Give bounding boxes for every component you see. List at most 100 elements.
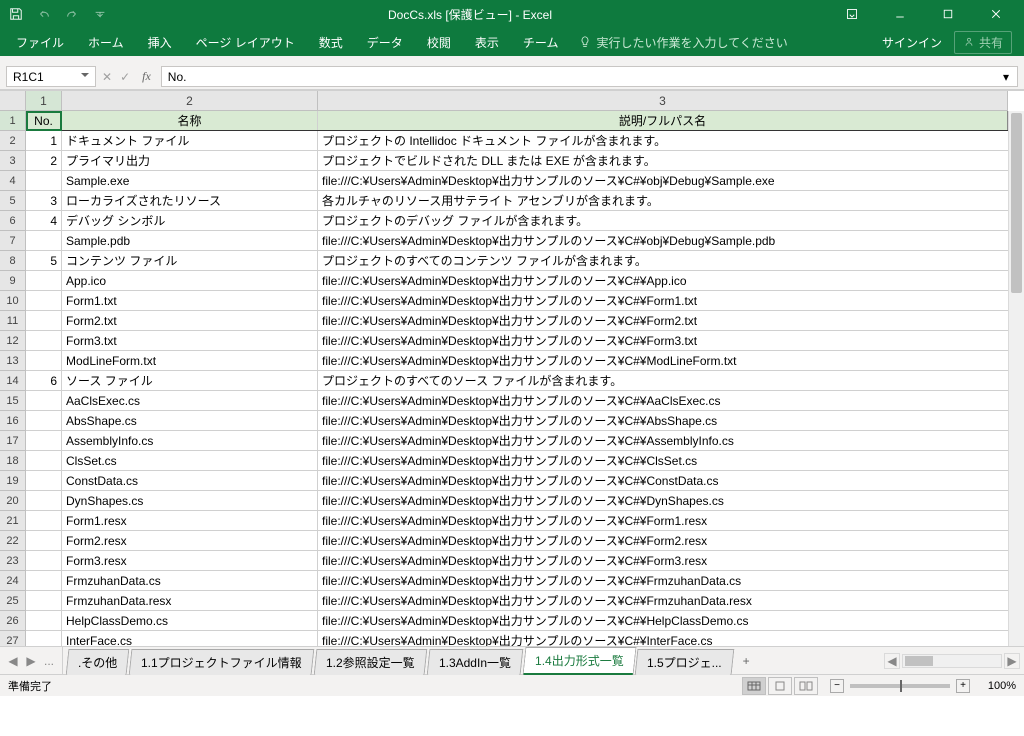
cell[interactable]: プロジェクトのデバッグ ファイルが含まれます。 [318, 211, 1008, 230]
cell[interactable]: ローカライズされたリソース [62, 191, 318, 210]
close-button[interactable] [974, 0, 1018, 28]
expand-formula-icon[interactable]: ▾ [999, 70, 1013, 84]
cell[interactable]: file:///C:¥Users¥Admin¥Desktop¥出力サンプルのソー… [318, 611, 1008, 630]
normal-view-icon[interactable] [742, 677, 766, 695]
cell[interactable] [26, 391, 62, 410]
sheet-tab[interactable]: 1.3AddIn一覧 [426, 649, 523, 675]
cell[interactable]: Form3.txt [62, 331, 318, 350]
cell[interactable]: file:///C:¥Users¥Admin¥Desktop¥出力サンプルのソー… [318, 351, 1008, 370]
cell[interactable]: プロジェクトの Intellidoc ドキュメント ファイルが含まれます。 [318, 131, 1008, 150]
cell[interactable]: InterFace.cs [62, 631, 318, 646]
header-cell-name[interactable]: 名称 [62, 111, 318, 130]
cell[interactable]: file:///C:¥Users¥Admin¥Desktop¥出力サンプルのソー… [318, 551, 1008, 570]
cell[interactable] [26, 431, 62, 450]
cell[interactable]: プライマリ出力 [62, 151, 318, 170]
ribbon-tab[interactable]: ホーム [76, 28, 136, 56]
sheet-tab[interactable]: 1.5プロジェ... [635, 649, 734, 675]
cell[interactable]: file:///C:¥Users¥Admin¥Desktop¥出力サンプルのソー… [318, 291, 1008, 310]
cell[interactable] [26, 611, 62, 630]
select-all-corner[interactable] [0, 91, 26, 111]
cell[interactable] [26, 271, 62, 290]
cell[interactable]: プロジェクトのすべてのコンテンツ ファイルが含まれます。 [318, 251, 1008, 270]
zoom-out-button[interactable]: − [830, 679, 844, 693]
add-sheet-button[interactable]: + [735, 647, 757, 674]
ribbon-tab[interactable]: ファイル [4, 28, 76, 56]
ribbon-options-icon[interactable] [830, 0, 874, 28]
row-header[interactable]: 3 [0, 151, 26, 171]
cell[interactable]: AbsShape.cs [62, 411, 318, 430]
cell[interactable]: FrmzuhanData.cs [62, 571, 318, 590]
ribbon-tab[interactable]: データ [355, 28, 415, 56]
signin-link[interactable]: サインイン [882, 34, 942, 51]
cell[interactable]: AaClsExec.cs [62, 391, 318, 410]
row-header[interactable]: 11 [0, 311, 26, 331]
undo-icon[interactable] [34, 4, 54, 24]
row-header[interactable]: 26 [0, 611, 26, 631]
scrollbar-thumb[interactable] [1011, 113, 1022, 293]
cell[interactable] [26, 331, 62, 350]
row-header[interactable]: 18 [0, 451, 26, 471]
cell[interactable] [26, 291, 62, 310]
cell[interactable] [26, 471, 62, 490]
cell[interactable]: file:///C:¥Users¥Admin¥Desktop¥出力サンプルのソー… [318, 271, 1008, 290]
maximize-button[interactable] [926, 0, 970, 28]
ribbon-tab[interactable]: ページ レイアウト [184, 28, 307, 56]
row-header[interactable]: 24 [0, 571, 26, 591]
column-header[interactable]: 1 [26, 91, 62, 110]
cell[interactable]: ConstData.cs [62, 471, 318, 490]
row-header[interactable]: 9 [0, 271, 26, 291]
row-header[interactable]: 12 [0, 331, 26, 351]
page-layout-view-icon[interactable] [768, 677, 792, 695]
ribbon-tab[interactable]: チーム [511, 28, 571, 56]
cell[interactable]: Form2.resx [62, 531, 318, 550]
scrollbar-thumb[interactable] [905, 656, 933, 666]
sheet-tab[interactable]: 1.2参照設定一覧 [314, 649, 427, 675]
cell[interactable]: file:///C:¥Users¥Admin¥Desktop¥出力サンプルのソー… [318, 391, 1008, 410]
hscroll-right-icon[interactable]: ▶ [1004, 653, 1020, 669]
horizontal-scrollbar[interactable] [902, 654, 1002, 668]
row-header[interactable]: 2 [0, 131, 26, 151]
tell-me-search[interactable]: 実行したい作業を入力してください [570, 34, 795, 51]
cancel-formula-icon[interactable]: ✕ [102, 70, 112, 84]
formula-input[interactable]: No. ▾ [161, 66, 1018, 87]
cell[interactable]: コンテンツ ファイル [62, 251, 318, 270]
cell[interactable]: Sample.pdb [62, 231, 318, 250]
row-header[interactable]: 8 [0, 251, 26, 271]
row-header[interactable]: 21 [0, 511, 26, 531]
ribbon-tab[interactable]: 校閲 [415, 28, 463, 56]
cell[interactable] [26, 231, 62, 250]
cell[interactable]: 3 [26, 191, 62, 210]
row-header[interactable]: 5 [0, 191, 26, 211]
cell[interactable]: file:///C:¥Users¥Admin¥Desktop¥出力サンプルのソー… [318, 531, 1008, 550]
row-header[interactable]: 6 [0, 211, 26, 231]
cell[interactable]: FrmzuhanData.resx [62, 591, 318, 610]
cell[interactable]: Sample.exe [62, 171, 318, 190]
cell[interactable] [26, 491, 62, 510]
row-header[interactable]: 19 [0, 471, 26, 491]
save-icon[interactable] [6, 4, 26, 24]
qat-customize-icon[interactable] [90, 4, 110, 24]
cell[interactable] [26, 411, 62, 430]
ribbon-tab[interactable]: 数式 [307, 28, 355, 56]
cell[interactable]: file:///C:¥Users¥Admin¥Desktop¥出力サンプルのソー… [318, 431, 1008, 450]
row-header[interactable]: 13 [0, 351, 26, 371]
cell[interactable] [26, 591, 62, 610]
redo-icon[interactable] [62, 4, 82, 24]
row-header[interactable]: 10 [0, 291, 26, 311]
cell[interactable]: AssemblyInfo.cs [62, 431, 318, 450]
cell[interactable]: Form1.resx [62, 511, 318, 530]
cell[interactable]: プロジェクトでビルドされた DLL または EXE が含まれます。 [318, 151, 1008, 170]
row-header[interactable]: 7 [0, 231, 26, 251]
hscroll-left-icon[interactable]: ◀ [884, 653, 900, 669]
sheet-tab[interactable]: 1.1プロジェクトファイル情報 [129, 649, 314, 675]
column-header[interactable]: 2 [62, 91, 318, 110]
minimize-button[interactable] [878, 0, 922, 28]
ribbon-tab[interactable]: 表示 [463, 28, 511, 56]
cell[interactable] [26, 171, 62, 190]
cell[interactable]: file:///C:¥Users¥Admin¥Desktop¥出力サンプルのソー… [318, 631, 1008, 646]
cell[interactable]: 4 [26, 211, 62, 230]
share-button[interactable]: 共有 [954, 31, 1012, 54]
cell[interactable]: プロジェクトのすべてのソース ファイルが含まれます。 [318, 371, 1008, 390]
vertical-scrollbar[interactable] [1008, 111, 1024, 646]
cell[interactable]: HelpClassDemo.cs [62, 611, 318, 630]
